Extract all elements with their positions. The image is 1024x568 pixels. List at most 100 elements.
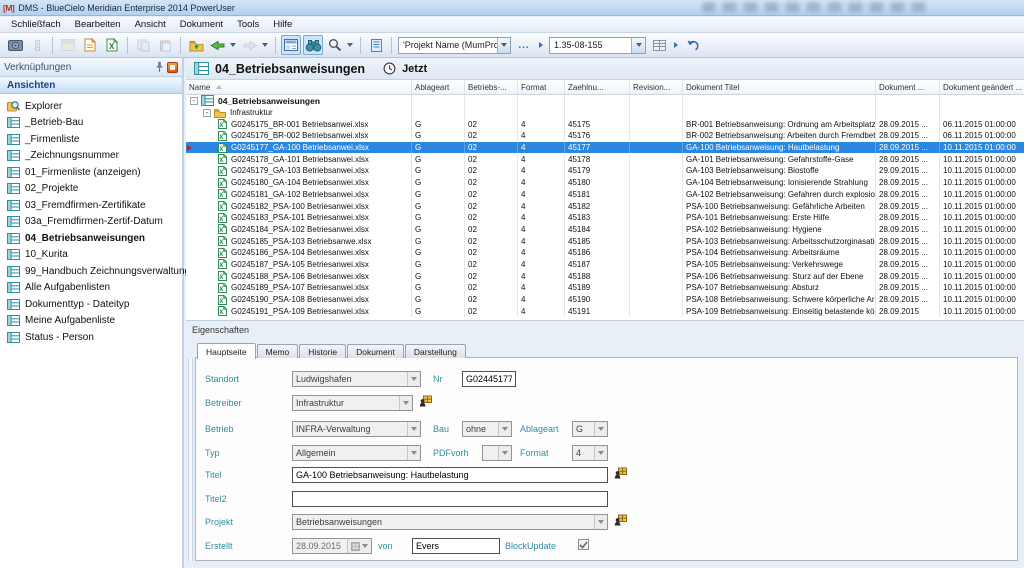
- column-header-zaehlnu[interactable]: Zaehlnu...: [565, 80, 630, 94]
- lookup-table-icon[interactable]: [614, 514, 627, 526]
- folder-up-button[interactable]: [186, 35, 206, 55]
- go-arrow-icon[interactable]: [539, 42, 543, 48]
- typ-combobox[interactable]: Allgemein: [292, 445, 421, 461]
- document-row[interactable]: XG0245183_PSA-101 Betriesanwei.xlsxG0244…: [186, 212, 1024, 224]
- tab-memo[interactable]: Memo: [257, 344, 299, 358]
- menu-item-schließfach[interactable]: Schließfach: [4, 18, 68, 31]
- chevron-down-icon[interactable]: [407, 446, 420, 460]
- undo-button[interactable]: [683, 35, 703, 55]
- document-row[interactable]: XG0245189_PSA-107 Betriesanwei.xlsxG0244…: [186, 282, 1024, 294]
- sidebar-item-explorer[interactable]: Explorer: [0, 98, 182, 115]
- sidebar-item-99-handbuch-zeichnungsverwaltung[interactable]: 99_Handbuch Zeichnungsverwaltung: [0, 263, 182, 280]
- blockupdate-checkbox[interactable]: [578, 539, 589, 550]
- tab-hauptseite[interactable]: Hauptseite: [197, 343, 256, 359]
- menu-item-bearbeiten[interactable]: Bearbeiten: [68, 18, 128, 31]
- document-row[interactable]: XG0245190_PSA-108 Betriesanwei.xlsxG0244…: [186, 294, 1024, 306]
- grid-view-button[interactable]: [649, 35, 669, 55]
- chevron-down-icon[interactable]: [594, 422, 607, 436]
- lookup-table-icon[interactable]: [419, 395, 432, 407]
- betrieb-combobox[interactable]: INFRA-Verwaltung: [292, 421, 421, 437]
- ablageart-combobox[interactable]: G: [572, 421, 608, 437]
- chevron-down-icon[interactable]: [407, 372, 420, 386]
- sidebar-item--zeichnungsnummer[interactable]: _Zeichnungsnummer: [0, 148, 182, 165]
- chevron-down-icon[interactable]: [594, 515, 607, 529]
- sidebar-item-dokumenttyp-dateityp[interactable]: Dokumenttyp - Dateityp: [0, 296, 182, 313]
- sidebar-item-02-projekte[interactable]: 02_Projekte: [0, 181, 182, 198]
- document-row[interactable]: XG0245186_PSA-104 Betriesanwei.xlsxG0244…: [186, 247, 1024, 259]
- menu-item-tools[interactable]: Tools: [230, 18, 266, 31]
- tree-root-row[interactable]: -04_Betriebsanweisungen: [186, 95, 1024, 107]
- sidebar-item-01-firmenliste-anzeigen-[interactable]: 01_Firmenliste (anzeigen): [0, 164, 182, 181]
- pin-icon[interactable]: [155, 61, 164, 73]
- column-header-name[interactable]: Name: [186, 80, 412, 94]
- document-row[interactable]: XG0245185_PSA-103 Betriebsanwe.xlsxG0244…: [186, 235, 1024, 247]
- column-header-betriebs[interactable]: Betriebs-...: [465, 80, 518, 94]
- binoculars-button[interactable]: [303, 35, 323, 55]
- browse-ellipsis-button[interactable]: ...: [514, 35, 534, 55]
- chevron-down-icon[interactable]: [399, 396, 412, 410]
- chevron-down-icon[interactable]: [594, 446, 607, 460]
- copy-button[interactable]: [133, 35, 153, 55]
- menu-item-ansicht[interactable]: Ansicht: [128, 18, 173, 31]
- sidebar-item-status-person[interactable]: Status - Person: [0, 329, 182, 346]
- forward-arrow-dropdown-icon[interactable]: [262, 43, 268, 47]
- calendar-icon[interactable]: [347, 539, 371, 553]
- tree-expander[interactable]: -: [203, 109, 211, 117]
- betreiber-combobox[interactable]: Infrastruktur: [292, 395, 413, 411]
- tree-folder-row[interactable]: -Infrastruktur: [186, 107, 1024, 119]
- go-arrow-icon[interactable]: [674, 42, 678, 48]
- chevron-down-icon[interactable]: [631, 38, 645, 53]
- titel2-field[interactable]: [292, 491, 608, 507]
- panel-splitter[interactable]: [188, 358, 193, 561]
- document-row[interactable]: XG0245178_GA-101 Betriebsanwei.xlsxG0244…: [186, 153, 1024, 165]
- sidebar-item--betrieb-bau[interactable]: _Betrieb-Bau: [0, 115, 182, 132]
- pdfvorh-combobox[interactable]: [482, 445, 512, 461]
- format-combobox[interactable]: 4: [572, 445, 608, 461]
- sidebar-item-meine-aufgabenliste[interactable]: Meine Aufgabenliste: [0, 313, 182, 330]
- window-gray-button[interactable]: [58, 35, 78, 55]
- search-dropdown-icon[interactable]: [347, 43, 353, 47]
- views-section-header[interactable]: Ansichten: [0, 77, 182, 94]
- document-row[interactable]: XG0245191_PSA-109 Betriesanwei.xlsxG0244…: [186, 305, 1024, 317]
- document-row[interactable]: XG0245187_PSA-105 Betriesanwei.xlsxG0244…: [186, 259, 1024, 271]
- chevron-down-icon[interactable]: [498, 446, 511, 460]
- forward-arrow-button[interactable]: [240, 35, 260, 55]
- back-arrow-button[interactable]: [208, 35, 228, 55]
- chevron-down-icon[interactable]: [407, 422, 420, 436]
- sidebar-item-03-fremdfirmen-zertifikate[interactable]: 03_Fremdfirmen-Zertifikate: [0, 197, 182, 214]
- new-document-button[interactable]: [80, 35, 100, 55]
- document-row[interactable]: XG0245184_PSA-102 Betriesanwei.xlsxG0244…: [186, 224, 1024, 236]
- sidebar-item-04-betriebsanweisungen[interactable]: 04_Betriebsanweisungen: [0, 230, 182, 247]
- panel-close-icon[interactable]: [167, 62, 178, 73]
- sidebar-item--firmenliste[interactable]: _Firmenliste: [0, 131, 182, 148]
- column-header-titel[interactable]: Dokument Titel: [683, 80, 876, 94]
- lookup-table-icon[interactable]: [614, 467, 627, 479]
- time-label[interactable]: Jetzt: [402, 63, 427, 75]
- menu-item-dokument[interactable]: Dokument: [173, 18, 230, 31]
- document-row[interactable]: XG0245179_GA-103 Betriebsanwei.xlsxG0244…: [186, 165, 1024, 177]
- tab-dokument[interactable]: Dokument: [347, 344, 404, 358]
- sidebar-item-03a-fremdfirmen-zertif-datum[interactable]: 03a_Fremdfirmen-Zertif-Datum: [0, 214, 182, 231]
- document-row[interactable]: XG0245176_BR-002 Betriebsanwei.xlsxG0244…: [186, 130, 1024, 142]
- document-row[interactable]: XG0245188_PSA-106 Betriesanwei.xlsxG0244…: [186, 270, 1024, 282]
- document-row[interactable]: XG0245181_GA-102 Betriebsanwei.xlsxG0244…: [186, 189, 1024, 201]
- column-header-dokument[interactable]: Dokument ...: [876, 80, 940, 94]
- back-arrow-dropdown-icon[interactable]: [230, 43, 236, 47]
- standort-combobox[interactable]: Ludwigshafen: [292, 371, 421, 387]
- document-row[interactable]: XG0245180_GA-104 Betriebsanwei.xlsxG0244…: [186, 177, 1024, 189]
- status-column-button[interactable]: [27, 35, 47, 55]
- erstellt-date-picker[interactable]: 28.09.2015: [292, 538, 372, 554]
- document-blue-button[interactable]: [366, 35, 386, 55]
- chevron-down-icon[interactable]: [498, 422, 511, 436]
- document-row[interactable]: XG0245182_PSA-100 Betriesanwei.xlsxG0244…: [186, 200, 1024, 212]
- tree-expander[interactable]: -: [190, 97, 198, 105]
- reference-combobox[interactable]: 1.35-08-155: [549, 37, 646, 54]
- chevron-down-icon[interactable]: [497, 38, 510, 53]
- menu-item-hilfe[interactable]: Hilfe: [266, 18, 299, 31]
- projekt-combobox[interactable]: Betriebsanweisungen: [292, 514, 608, 530]
- sidebar-item-alle-aufgabenlisten[interactable]: Alle Aufgabenlisten: [0, 280, 182, 297]
- tab-historie[interactable]: Historie: [299, 344, 346, 358]
- von-field[interactable]: [412, 538, 500, 554]
- vault-button[interactable]: [5, 35, 25, 55]
- nr-field[interactable]: [462, 371, 516, 387]
